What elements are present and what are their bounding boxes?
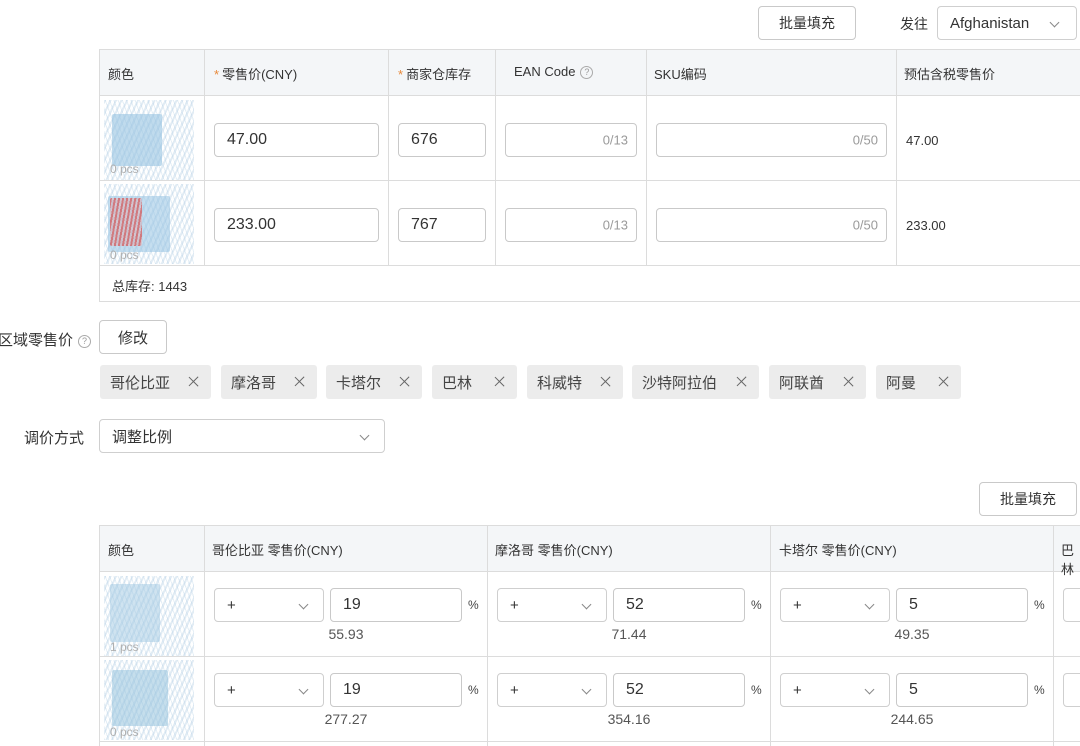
close-icon[interactable] bbox=[735, 373, 749, 389]
chevron-down-icon bbox=[581, 684, 592, 695]
col-sku: SKU编码 bbox=[654, 67, 707, 82]
region-tag: 阿曼 bbox=[876, 365, 961, 399]
ship-to-label: 发往 bbox=[900, 16, 928, 32]
batch-fill-button-2[interactable]: 批量填充 bbox=[979, 482, 1077, 516]
col-price: * 零售价(CNY) bbox=[214, 67, 298, 82]
operator-select[interactable]: + bbox=[214, 673, 324, 707]
close-icon[interactable] bbox=[937, 373, 951, 389]
percent-input[interactable]: 52 bbox=[613, 588, 745, 622]
modify-button[interactable]: 修改 bbox=[99, 320, 167, 354]
close-icon[interactable] bbox=[842, 373, 856, 389]
percent-sign: % bbox=[468, 683, 479, 697]
pcs-label: 0 pcs bbox=[110, 248, 139, 262]
region-tag: 科威特 bbox=[527, 365, 623, 399]
ean-counter: 0/13 bbox=[602, 217, 628, 233]
chevron-down-icon bbox=[864, 599, 875, 610]
chevron-down-icon bbox=[359, 430, 370, 441]
ean-counter: 0/13 bbox=[602, 132, 628, 148]
region-tag: 卡塔尔 bbox=[326, 365, 422, 399]
batch-fill-button[interactable]: 批量填充 bbox=[758, 6, 856, 40]
percent-input[interactable]: 19 bbox=[330, 588, 462, 622]
ean-input[interactable]: 0/13 bbox=[505, 123, 637, 157]
region-tag: 沙特阿拉伯 bbox=[632, 365, 759, 399]
result-price: 55.93 bbox=[328, 626, 364, 642]
ship-to-value: Afghanistan bbox=[950, 14, 1030, 32]
percent-sign: % bbox=[751, 598, 762, 612]
col-bahrain-price: 巴林 bbox=[1061, 543, 1075, 577]
percent-sign: % bbox=[751, 683, 762, 697]
stock-input[interactable]: 676 bbox=[398, 123, 486, 157]
adjust-method-select[interactable]: 调整比例 bbox=[99, 419, 385, 453]
est-price: 233.00 bbox=[906, 218, 946, 233]
region-tag: 哥伦比亚 bbox=[100, 365, 211, 399]
col-stock: * 商家仓库存 bbox=[398, 67, 472, 82]
stock-input[interactable]: 767 bbox=[398, 208, 486, 242]
operator-select[interactable]: + bbox=[780, 673, 890, 707]
pcs-label: 1 pcs bbox=[110, 640, 139, 654]
chevron-down-icon bbox=[581, 599, 592, 610]
adjust-method-label: 调价方式 bbox=[24, 430, 85, 447]
region-price-label: 区域零售价? bbox=[0, 329, 92, 350]
result-price: 277.27 bbox=[324, 711, 368, 727]
chevron-down-icon bbox=[864, 684, 875, 695]
result-price: 49.35 bbox=[894, 626, 930, 642]
sku-input[interactable]: 0/50 bbox=[656, 208, 887, 242]
help-icon[interactable]: ? bbox=[580, 66, 594, 80]
col-morocco-price: 摩洛哥 零售价(CNY) bbox=[495, 543, 613, 558]
pcs-label: 0 pcs bbox=[110, 162, 139, 176]
adjust-method-value: 调整比例 bbox=[112, 428, 173, 446]
col-color: 颜色 bbox=[108, 543, 135, 558]
region-tag: 巴林 bbox=[432, 365, 517, 399]
percent-sign: % bbox=[1034, 683, 1045, 697]
chevron-down-icon bbox=[298, 599, 309, 610]
est-price: 47.00 bbox=[906, 133, 939, 148]
close-icon[interactable] bbox=[398, 373, 412, 389]
percent-input[interactable]: 52 bbox=[613, 673, 745, 707]
operator-select[interactable] bbox=[1063, 588, 1080, 622]
pcs-label: 0 pcs bbox=[110, 725, 139, 739]
region-tag: 摩洛哥 bbox=[221, 365, 317, 399]
ean-input[interactable]: 0/13 bbox=[505, 208, 637, 242]
sku-counter: 0/50 bbox=[852, 132, 878, 148]
sku-counter: 0/50 bbox=[852, 217, 878, 233]
close-icon[interactable] bbox=[187, 373, 201, 389]
col-color: 颜色 bbox=[108, 67, 135, 82]
region-tag: 阿联酋 bbox=[769, 365, 866, 399]
chevron-down-icon bbox=[1049, 17, 1060, 28]
sku-input[interactable]: 0/50 bbox=[656, 123, 887, 157]
ship-to-select[interactable]: Afghanistan bbox=[937, 6, 1077, 40]
result-price: 354.16 bbox=[607, 711, 651, 727]
operator-select[interactable]: + bbox=[497, 588, 607, 622]
close-icon[interactable] bbox=[599, 373, 613, 389]
operator-select[interactable]: + bbox=[497, 673, 607, 707]
percent-input[interactable]: 19 bbox=[330, 673, 462, 707]
operator-select[interactable]: + bbox=[214, 588, 324, 622]
price-input[interactable]: 47.00 bbox=[214, 123, 379, 157]
operator-select[interactable] bbox=[1063, 673, 1080, 707]
close-icon[interactable] bbox=[493, 373, 507, 389]
close-icon[interactable] bbox=[293, 373, 307, 389]
percent-sign: % bbox=[1034, 598, 1045, 612]
result-price: 244.65 bbox=[890, 711, 934, 727]
price-input[interactable]: 233.00 bbox=[214, 208, 379, 242]
chevron-down-icon bbox=[298, 684, 309, 695]
result-price: 71.44 bbox=[611, 626, 647, 642]
col-colombia-price: 哥伦比亚 零售价(CNY) bbox=[212, 543, 343, 558]
help-icon[interactable]: ? bbox=[78, 334, 92, 348]
percent-input[interactable]: 5 bbox=[896, 588, 1028, 622]
col-ean: EAN Code? bbox=[514, 64, 594, 80]
col-qatar-price: 卡塔尔 零售价(CNY) bbox=[779, 543, 897, 558]
percent-sign: % bbox=[468, 598, 479, 612]
total-stock: 总库存: 1443 bbox=[112, 279, 188, 294]
operator-select[interactable]: + bbox=[780, 588, 890, 622]
col-est-price: 预估含税零售价 bbox=[904, 67, 996, 82]
percent-input[interactable]: 5 bbox=[896, 673, 1028, 707]
